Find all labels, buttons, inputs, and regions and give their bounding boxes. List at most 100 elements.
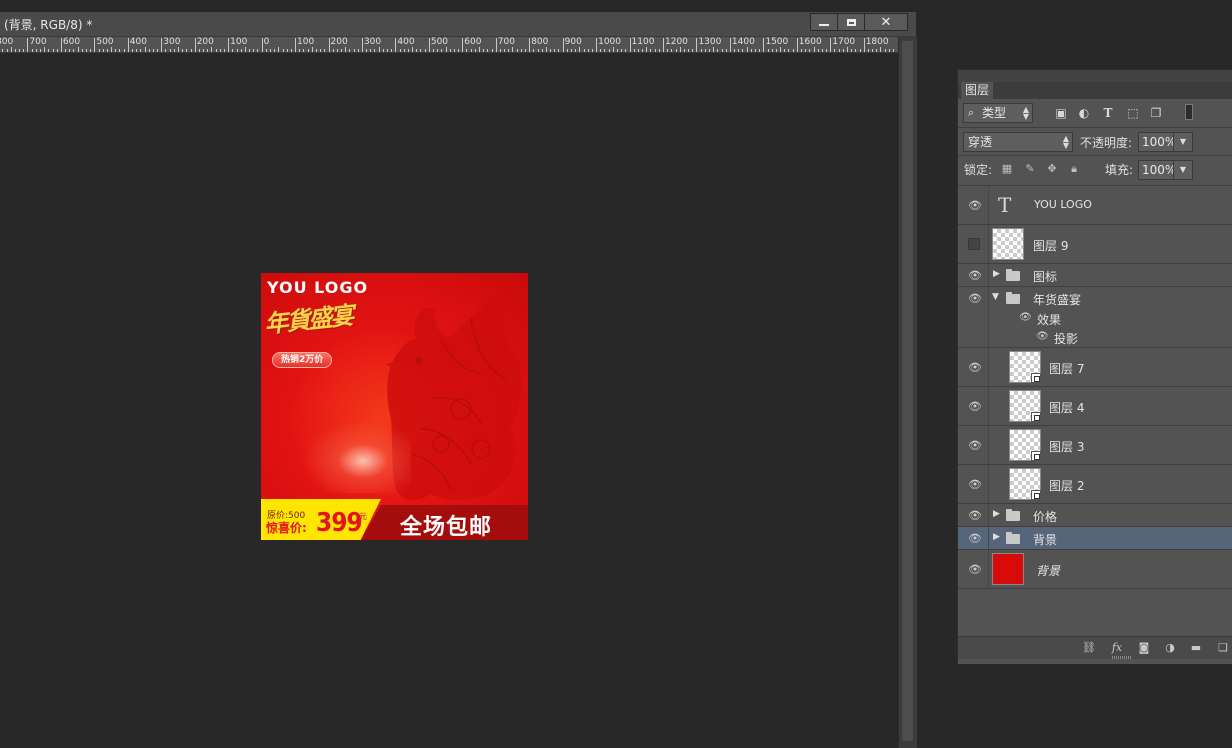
ruler-tick <box>658 49 660 52</box>
smart-object-filter-icon[interactable]: ❐ <box>1149 106 1163 120</box>
ruler-tick <box>366 49 368 52</box>
type-filter-icon[interactable]: T <box>1101 106 1115 120</box>
lock-paint-icon[interactable]: ✎ <box>1024 163 1036 175</box>
filter-toggle-switch[interactable] <box>1185 104 1193 120</box>
ruler-tick <box>537 49 539 52</box>
layer-row-group[interactable]: 👁︎ ▶ 价格 <box>958 504 1232 527</box>
ruler-tick <box>508 49 510 52</box>
layer-row-background[interactable]: 👁︎ 背景 <box>958 550 1232 589</box>
eye-icon[interactable]: 👁︎ <box>968 269 982 282</box>
document-title-bar[interactable]: (背景, RGB/8) * ✕ <box>0 12 916 37</box>
eye-icon[interactable]: 👁︎ <box>968 292 982 305</box>
ruler-label: 200 <box>330 37 348 47</box>
blend-mode-select[interactable]: 穿透 ▲ ▼ <box>963 132 1073 152</box>
ruler-tick <box>529 38 531 52</box>
separator <box>988 348 989 386</box>
eye-icon[interactable]: 👁︎ <box>968 199 982 212</box>
ruler-tick <box>290 49 292 52</box>
ruler-tick <box>453 49 455 52</box>
ruler-tick <box>892 49 894 52</box>
eye-icon[interactable]: 👁︎ <box>968 509 982 522</box>
fill-input[interactable]: 100% <box>1138 160 1176 180</box>
canvas-artwork[interactable]: YOU LOGO 年貨盛宴 热销2万价 原价:500 惊喜价: 399 元 全场… <box>261 273 528 540</box>
ruler-tick <box>357 49 359 52</box>
maximize-button[interactable] <box>837 13 865 31</box>
pixel-filter-icon[interactable]: ▣ <box>1054 106 1068 120</box>
lock-position-icon[interactable]: ✥ <box>1046 163 1058 175</box>
eye-icon[interactable]: 👁︎ <box>968 400 982 413</box>
ruler-tick <box>161 38 163 52</box>
ruler-tick <box>2 49 4 52</box>
layer-row-smart[interactable]: 👁︎ 图层 7 <box>958 348 1232 387</box>
adjustment-filter-icon[interactable]: ◐ <box>1077 106 1091 120</box>
minimize-button[interactable] <box>810 13 838 31</box>
ruler-tick <box>207 49 209 52</box>
opacity-input[interactable]: 100% <box>1138 132 1176 152</box>
adjustment-layer-icon[interactable]: ◑ <box>1163 641 1177 655</box>
panel-header-strip[interactable] <box>958 70 1232 82</box>
ruler-label: 100 <box>297 37 315 47</box>
eye-icon[interactable]: 👁︎ <box>1019 312 1032 323</box>
new-group-icon[interactable]: ▬ <box>1189 641 1203 655</box>
ruler-tick <box>579 47 581 52</box>
horizontal-ruler[interactable]: 8007006005004003002001000100200300400500… <box>0 37 898 53</box>
opacity-dropdown[interactable]: ▼ <box>1173 132 1193 152</box>
ruler-tick <box>846 47 848 52</box>
layer-row-pixel[interactable]: 图层 9 <box>958 225 1232 264</box>
eye-icon[interactable]: 👁︎ <box>968 439 982 452</box>
ruler-label: 700 <box>497 37 515 47</box>
tab-layers[interactable]: 图层 <box>961 82 994 99</box>
ruler-tick <box>826 49 828 52</box>
visibility-off-box[interactable] <box>968 238 980 250</box>
new-layer-icon[interactable]: ❏ <box>1216 641 1230 655</box>
add-mask-icon[interactable]: ◙ <box>1137 641 1151 655</box>
layer-row-group-expanded[interactable]: 👁︎ ▼ 年货盛宴 👁︎ 效果 👁︎ 投影 <box>958 287 1232 348</box>
ruler-tick <box>571 49 572 52</box>
smart-object-icon <box>1031 490 1041 500</box>
link-layers-icon[interactable]: ⛓︎ <box>1082 641 1096 655</box>
eye-icon[interactable]: 👁︎ <box>968 563 982 576</box>
resize-grip[interactable] <box>1112 656 1132 659</box>
ruler-label: 1400 <box>731 37 755 47</box>
ruler-label: 1700 <box>832 37 856 47</box>
eye-icon[interactable]: 👁︎ <box>968 478 982 491</box>
fx-icon[interactable]: fx <box>1110 641 1124 655</box>
eye-icon[interactable]: 👁︎ <box>968 532 982 545</box>
close-button[interactable]: ✕ <box>864 13 908 31</box>
layer-row-group[interactable]: 👁︎ ▶ 图标 <box>958 264 1232 287</box>
ruler-tick <box>190 49 192 52</box>
sale-price-value: 399 <box>316 508 363 538</box>
layer-row-text[interactable]: 👁︎ T YOU LOGO <box>958 186 1232 225</box>
effects-label: 效果 <box>1037 313 1062 327</box>
chevron-down-icon[interactable]: ▼ <box>992 292 999 302</box>
layer-row-smart[interactable]: 👁︎ 图层 4 <box>958 387 1232 426</box>
lock-transparent-icon[interactable]: ▦ <box>1001 163 1013 175</box>
vertical-scrollbar[interactable] <box>898 37 917 748</box>
ruler-label: 100 <box>230 37 248 47</box>
scrollbar-thumb[interactable] <box>902 41 913 741</box>
ruler-tick <box>445 47 447 52</box>
layer-row-smart[interactable]: 👁︎ 图层 2 <box>958 465 1232 504</box>
opacity-label: 不透明度: <box>1080 136 1133 150</box>
chevron-right-icon[interactable]: ▶ <box>993 532 1000 542</box>
eye-icon[interactable]: 👁︎ <box>968 361 982 374</box>
eye-icon[interactable]: 👁︎ <box>1036 331 1049 342</box>
lock-all-icon[interactable]: 🔒︎ <box>1068 163 1080 175</box>
ruler-tick <box>784 49 786 52</box>
chevron-right-icon[interactable]: ▶ <box>993 509 1000 519</box>
layer-row-group-selected[interactable]: 👁︎ ▶ 背景 <box>958 527 1232 550</box>
ruler-tick <box>399 49 401 52</box>
free-shipping-text: 全场包邮 <box>400 515 493 540</box>
ruler-label: 600 <box>464 37 482 47</box>
ruler-tick <box>136 49 138 52</box>
layer-name: 图层 9 <box>1033 239 1069 253</box>
shape-filter-icon[interactable]: ⬚ <box>1126 106 1140 120</box>
fill-dropdown[interactable]: ▼ <box>1173 160 1193 180</box>
chevron-right-icon[interactable]: ▶ <box>993 269 1000 279</box>
ruler-tick <box>483 49 485 52</box>
separator <box>988 387 989 425</box>
ruler-tick <box>328 38 330 52</box>
ruler-label: 1300 <box>698 37 722 47</box>
filter-kind-select[interactable]: ⌕ 类型 ▲ ▼ <box>963 103 1033 123</box>
layer-row-smart[interactable]: 👁︎ 图层 3 <box>958 426 1232 465</box>
